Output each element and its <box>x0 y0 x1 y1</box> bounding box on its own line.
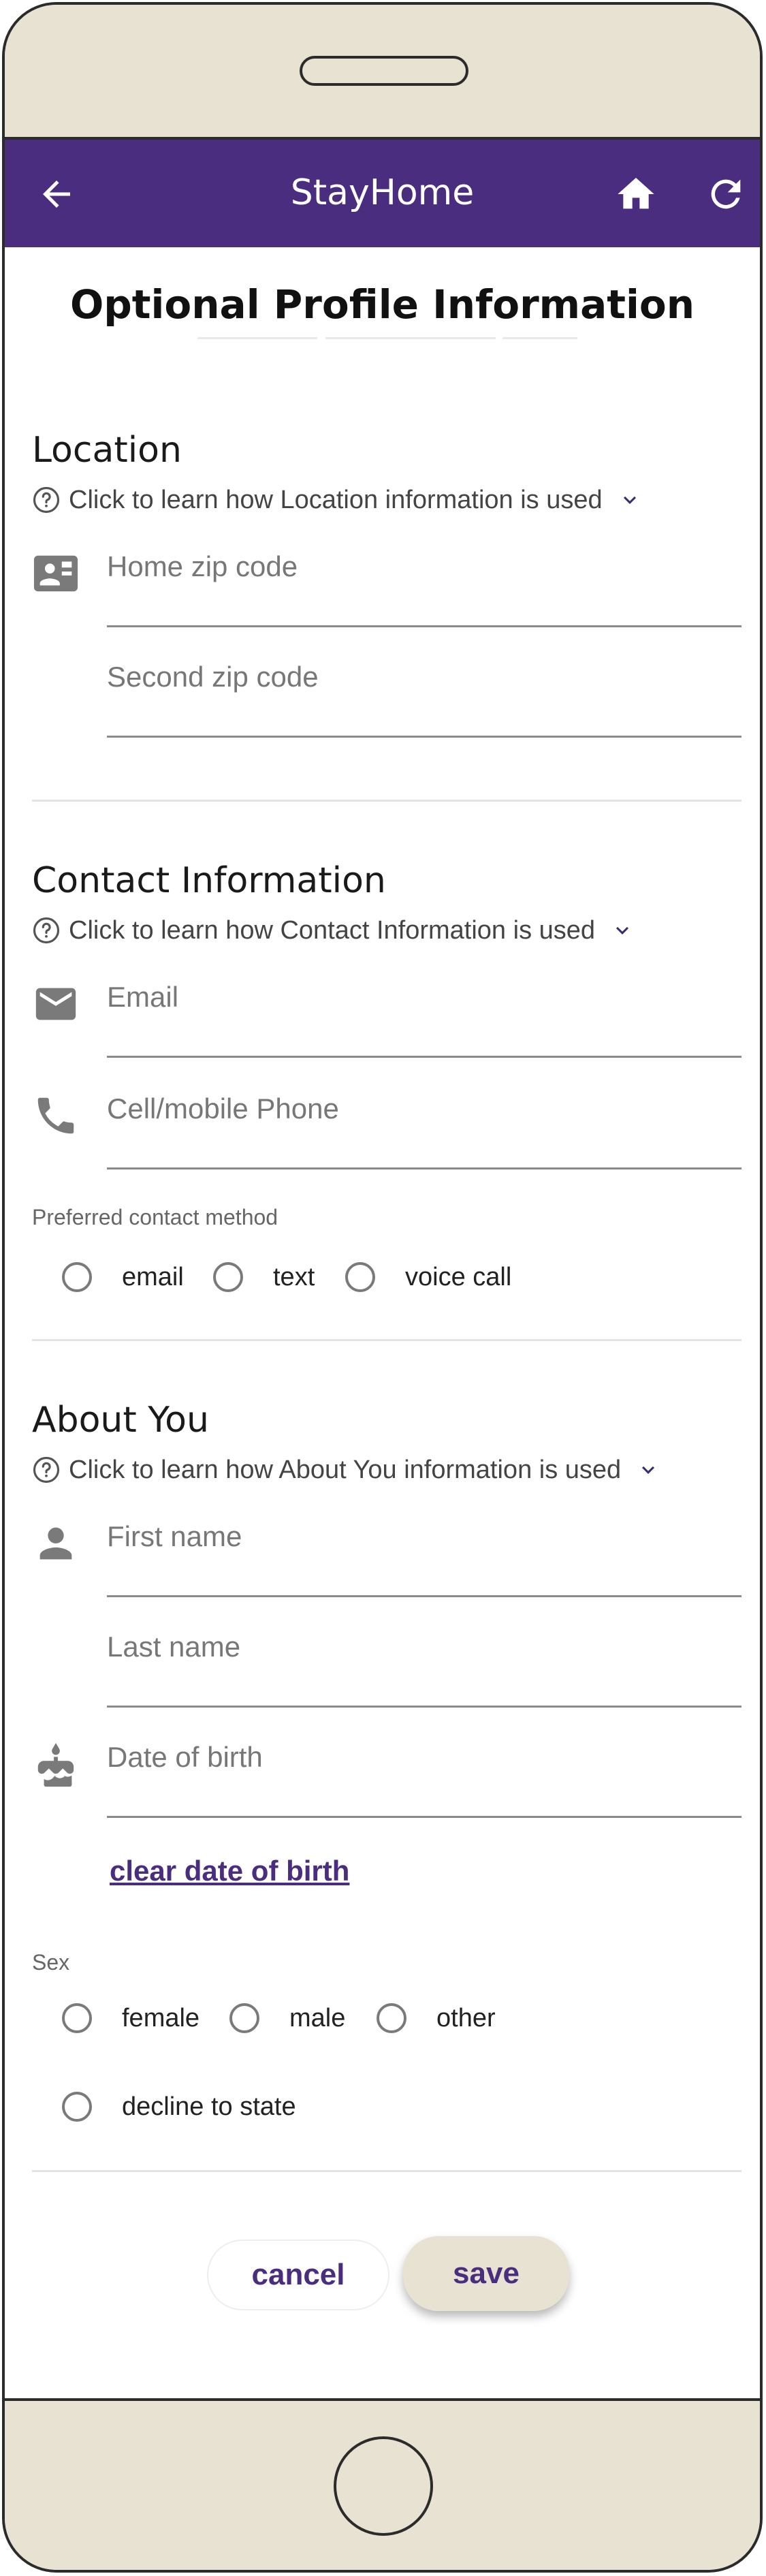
chevron-down-icon <box>642 1466 655 1474</box>
chevron-down-icon <box>623 496 636 504</box>
radio-label: other <box>436 2003 496 2032</box>
second-zip-input[interactable] <box>107 653 741 701</box>
dob-field[interactable] <box>107 1729 741 1818</box>
phone-frame: StayHome Optional Profile Information Lo… <box>2 2 763 2573</box>
location-heading: Location <box>32 430 182 471</box>
section-divider <box>32 2170 741 2172</box>
phone-icon <box>37 1097 74 1134</box>
home-zip-input[interactable] <box>107 543 741 591</box>
second-zip-field[interactable] <box>107 649 741 738</box>
radio-email[interactable]: email <box>62 1262 184 1292</box>
help-circle-icon <box>33 917 60 944</box>
help-circle-icon <box>33 1456 60 1483</box>
preferred-contact-label: Preferred contact method <box>32 1205 278 1229</box>
radio-label: text <box>273 1262 315 1291</box>
section-divider <box>32 1339 741 1341</box>
bottom-bezel <box>5 2398 760 2570</box>
dob-input[interactable] <box>107 1733 741 1781</box>
section-divider <box>32 800 741 802</box>
contact-help[interactable]: Click to learn how Contact Information i… <box>32 913 635 947</box>
last-name-input[interactable] <box>107 1623 741 1671</box>
radio-circle[interactable] <box>62 2003 92 2033</box>
home-zip-field[interactable] <box>107 539 741 627</box>
device-home-button[interactable] <box>334 2436 433 2536</box>
top-bezel <box>5 5 760 140</box>
help-circle-icon <box>33 486 60 514</box>
last-name-field[interactable] <box>107 1619 741 1708</box>
radio-decline[interactable]: decline to state <box>62 2092 296 2122</box>
location-help[interactable]: Click to learn how Location information … <box>32 483 642 517</box>
save-button[interactable]: save <box>403 2236 569 2311</box>
cancel-button[interactable]: cancel <box>207 2240 389 2310</box>
radio-label: female <box>122 2003 200 2032</box>
radio-circle[interactable] <box>62 2092 92 2122</box>
radio-male[interactable]: male <box>229 2003 345 2033</box>
mail-icon <box>35 988 76 1020</box>
clear-dob-link[interactable]: clear date of birth <box>110 1855 349 1887</box>
app-bar: StayHome <box>5 140 760 247</box>
chevron-down-icon <box>616 926 629 934</box>
about-help[interactable]: Click to learn how About You information… <box>32 1453 660 1487</box>
home-icon[interactable] <box>614 172 658 216</box>
first-name-field[interactable] <box>107 1509 741 1597</box>
radio-label: email <box>122 1262 184 1291</box>
radio-label: decline to state <box>122 2092 296 2121</box>
contact-card-icon <box>33 555 78 592</box>
contact-heading: Contact Information <box>32 860 386 901</box>
person-icon <box>39 1527 72 1560</box>
phone-field[interactable] <box>107 1081 741 1169</box>
location-help-text: Click to learn how Location information … <box>69 485 603 514</box>
cake-icon <box>37 1743 74 1787</box>
radio-voice-call[interactable]: voice call <box>345 1262 511 1292</box>
first-name-input[interactable] <box>107 1513 741 1560</box>
radio-label: voice call <box>405 1262 512 1291</box>
refresh-icon[interactable] <box>704 172 748 216</box>
radio-female[interactable]: female <box>62 2003 200 2033</box>
email-input[interactable] <box>107 973 741 1021</box>
radio-other[interactable]: other <box>377 2003 496 2033</box>
email-field[interactable] <box>107 969 741 1058</box>
contact-help-text: Click to learn how Contact Information i… <box>69 915 596 945</box>
about-help-text: Click to learn how About You information… <box>69 1455 622 1484</box>
phone-input[interactable] <box>107 1085 741 1133</box>
page-title: Optional Profile Information <box>69 281 695 328</box>
about-heading: About You <box>32 1400 209 1441</box>
speaker-slot <box>300 56 468 86</box>
radio-circle[interactable] <box>377 2003 406 2033</box>
radio-circle[interactable] <box>345 1262 375 1292</box>
radio-text[interactable]: text <box>213 1262 315 1292</box>
radio-label: male <box>289 2003 346 2032</box>
radio-circle[interactable] <box>229 2003 259 2033</box>
sex-label: Sex <box>32 1950 70 1975</box>
radio-circle[interactable] <box>62 1262 92 1292</box>
radio-circle[interactable] <box>213 1262 243 1292</box>
